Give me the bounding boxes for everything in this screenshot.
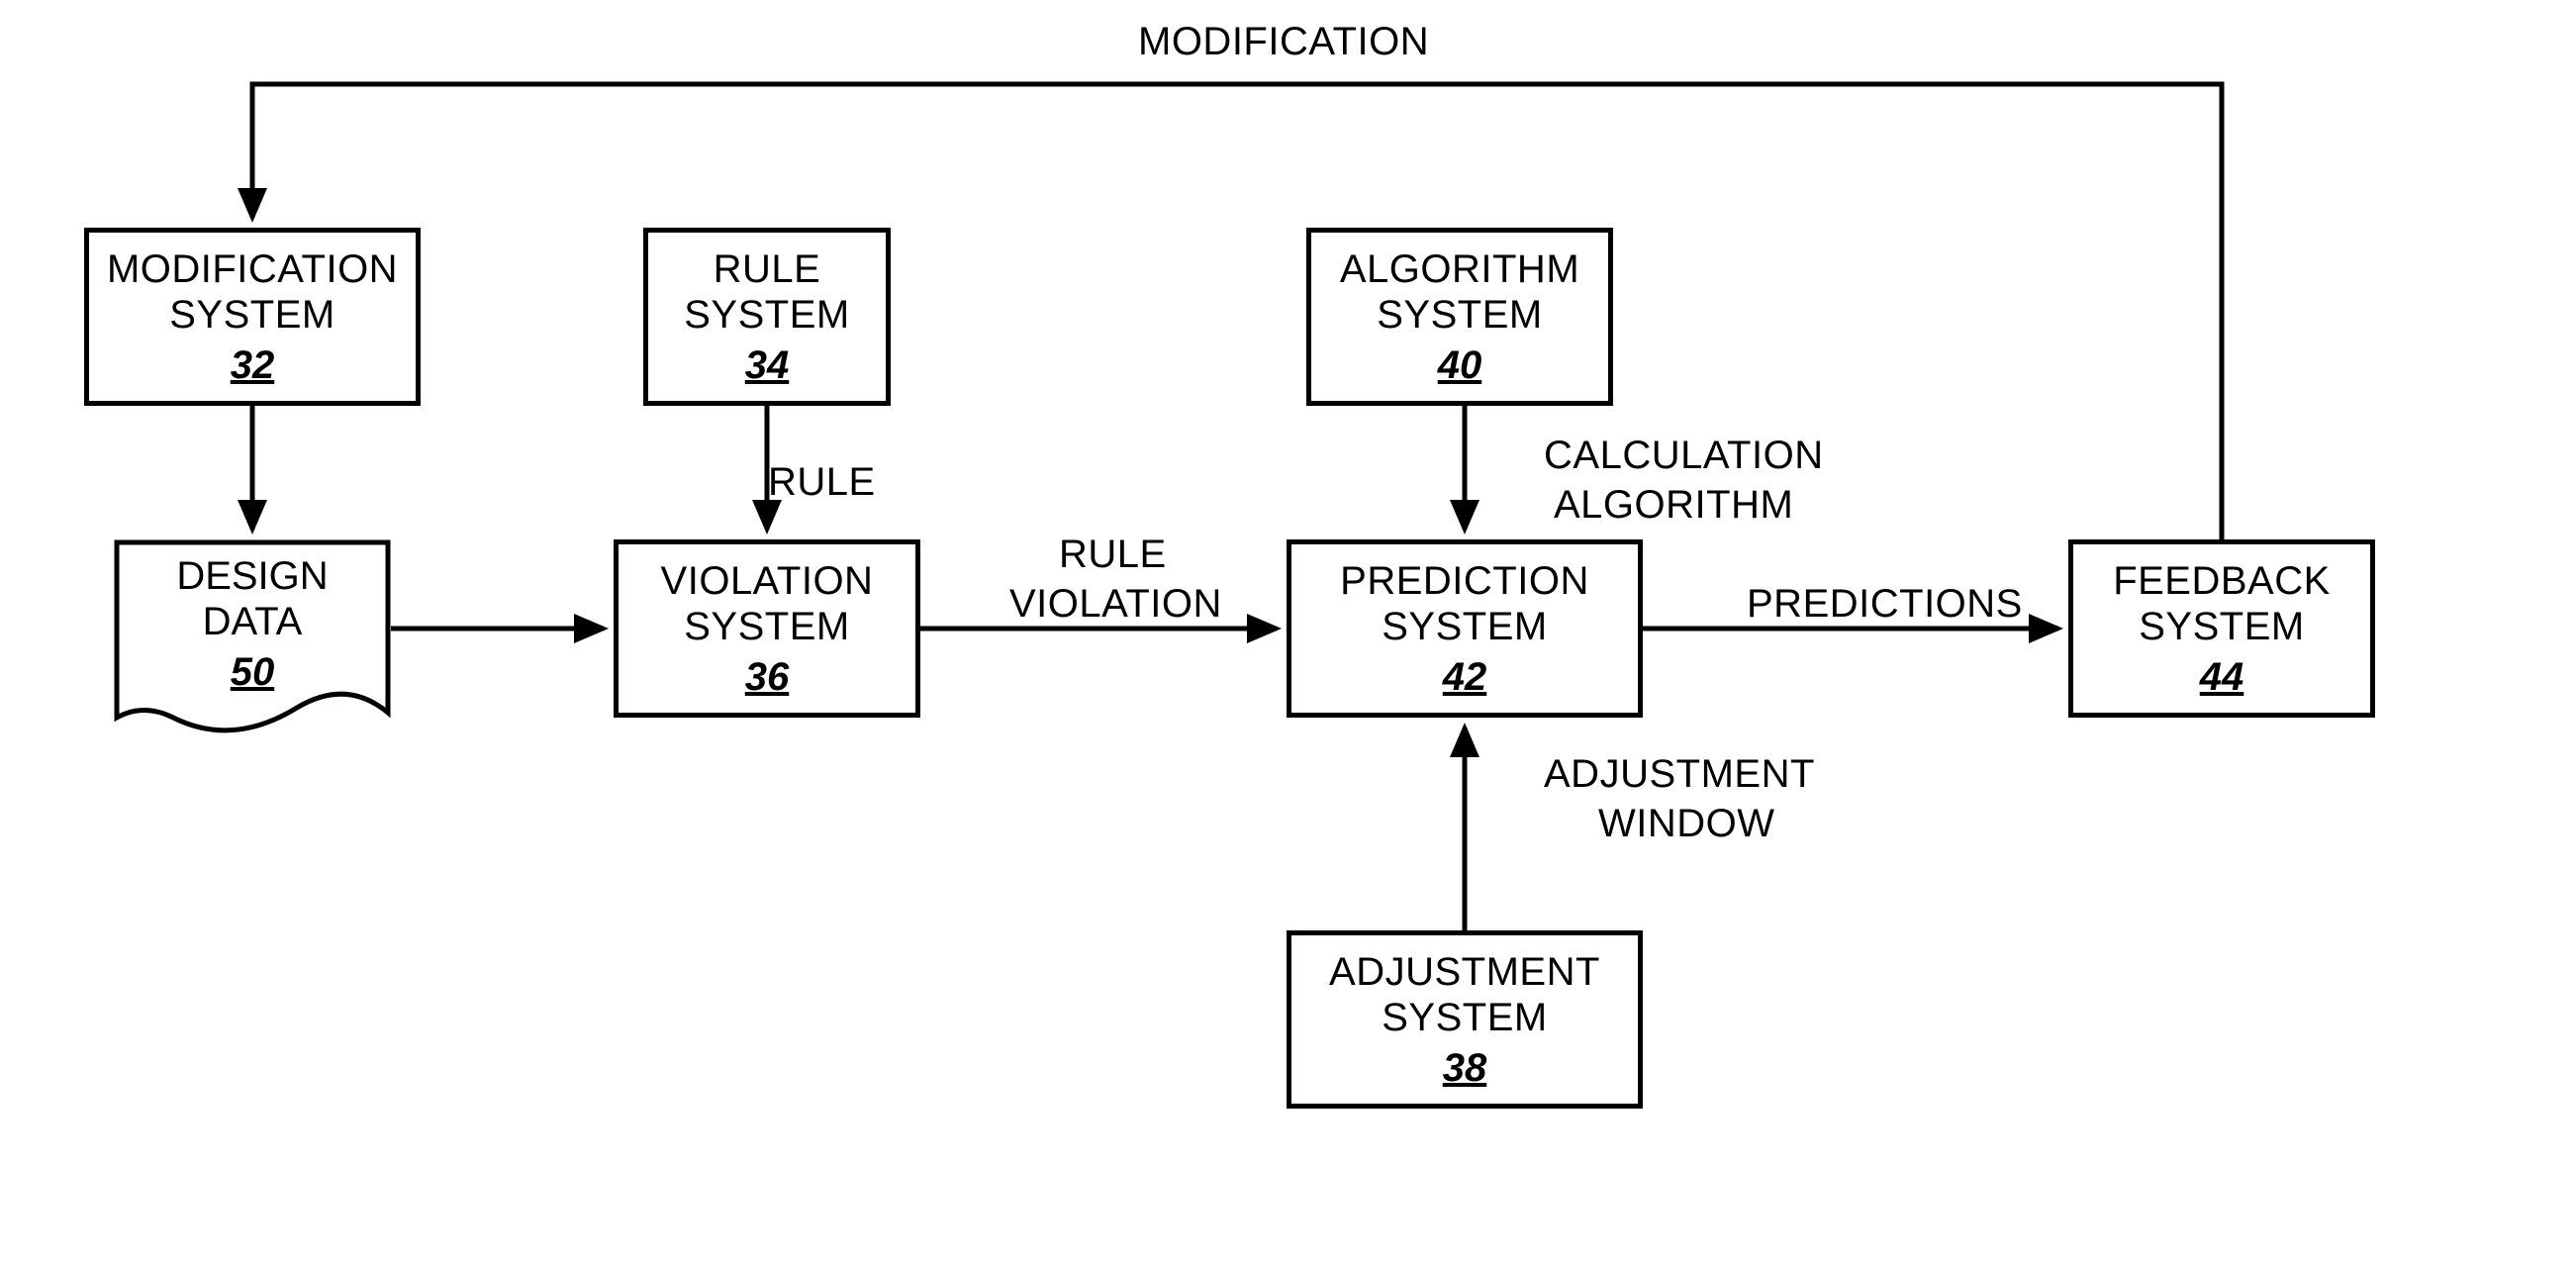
edge-label-predictions: PREDICTIONS <box>1747 582 2023 627</box>
node-title-line1: DESIGN <box>176 554 328 598</box>
edge-label-adj-win-line1: ADJUSTMENT <box>1544 752 1815 797</box>
node-ref: 42 <box>1443 655 1487 700</box>
node-title-line2: SYSTEM <box>2139 605 2304 648</box>
node-algorithm-system: ALGORITHM SYSTEM 40 <box>1306 228 1613 406</box>
node-title-line1: MODIFICATION <box>107 247 398 291</box>
diagram-canvas: MODIFICATION RULE RULE VIOLATION CALCULA… <box>0 0 2576 1262</box>
edge-label-rule-violation-line2: VIOLATION <box>1009 582 1222 627</box>
edge-label-rule-violation-line1: RULE <box>1059 533 1167 577</box>
node-title-line2: SYSTEM <box>169 293 334 337</box>
node-ref: 44 <box>2200 655 2244 700</box>
node-title-line1: ALGORITHM <box>1340 247 1579 291</box>
node-title-line1: ADJUSTMENT <box>1329 950 1600 994</box>
edge-label-adj-win-line2: WINDOW <box>1598 802 1775 846</box>
node-ref: 38 <box>1443 1046 1487 1091</box>
node-title-line2: SYSTEM <box>684 605 849 648</box>
edge-label-modification: MODIFICATION <box>1138 20 1429 64</box>
node-prediction-system: PREDICTION SYSTEM 42 <box>1287 539 1643 718</box>
node-title-line1: PREDICTION <box>1340 559 1589 603</box>
node-title-line2: DATA <box>203 600 303 643</box>
node-title-line2: SYSTEM <box>1382 605 1547 648</box>
node-ref: 36 <box>745 655 790 700</box>
edge-label-calc-alg-line1: CALCULATION <box>1544 434 1824 478</box>
node-modification-system: MODIFICATION SYSTEM 32 <box>84 228 421 406</box>
node-ref: 40 <box>1438 343 1482 388</box>
node-title-line2: SYSTEM <box>1382 996 1547 1039</box>
node-adjustment-system: ADJUSTMENT SYSTEM 38 <box>1287 930 1643 1109</box>
node-ref: 34 <box>745 343 790 388</box>
node-title-line1: FEEDBACK <box>2113 559 2331 603</box>
node-rule-system: RULE SYSTEM 34 <box>643 228 891 406</box>
node-feedback-system: FEEDBACK SYSTEM 44 <box>2068 539 2375 718</box>
node-title-line2: SYSTEM <box>684 293 849 337</box>
node-title-line1: RULE <box>714 247 821 291</box>
node-ref: 32 <box>231 343 275 388</box>
node-title-line1: VIOLATION <box>661 559 874 603</box>
node-title-line2: SYSTEM <box>1377 293 1542 337</box>
edge-label-rule: RULE <box>768 460 876 505</box>
node-ref: 50 <box>231 650 275 695</box>
edge-label-calc-alg-line2: ALGORITHM <box>1554 483 1793 528</box>
edge-feedback-to-modification <box>252 84 2222 539</box>
node-design-data: DESIGN DATA 50 <box>114 539 391 737</box>
node-violation-system: VIOLATION SYSTEM 36 <box>614 539 920 718</box>
